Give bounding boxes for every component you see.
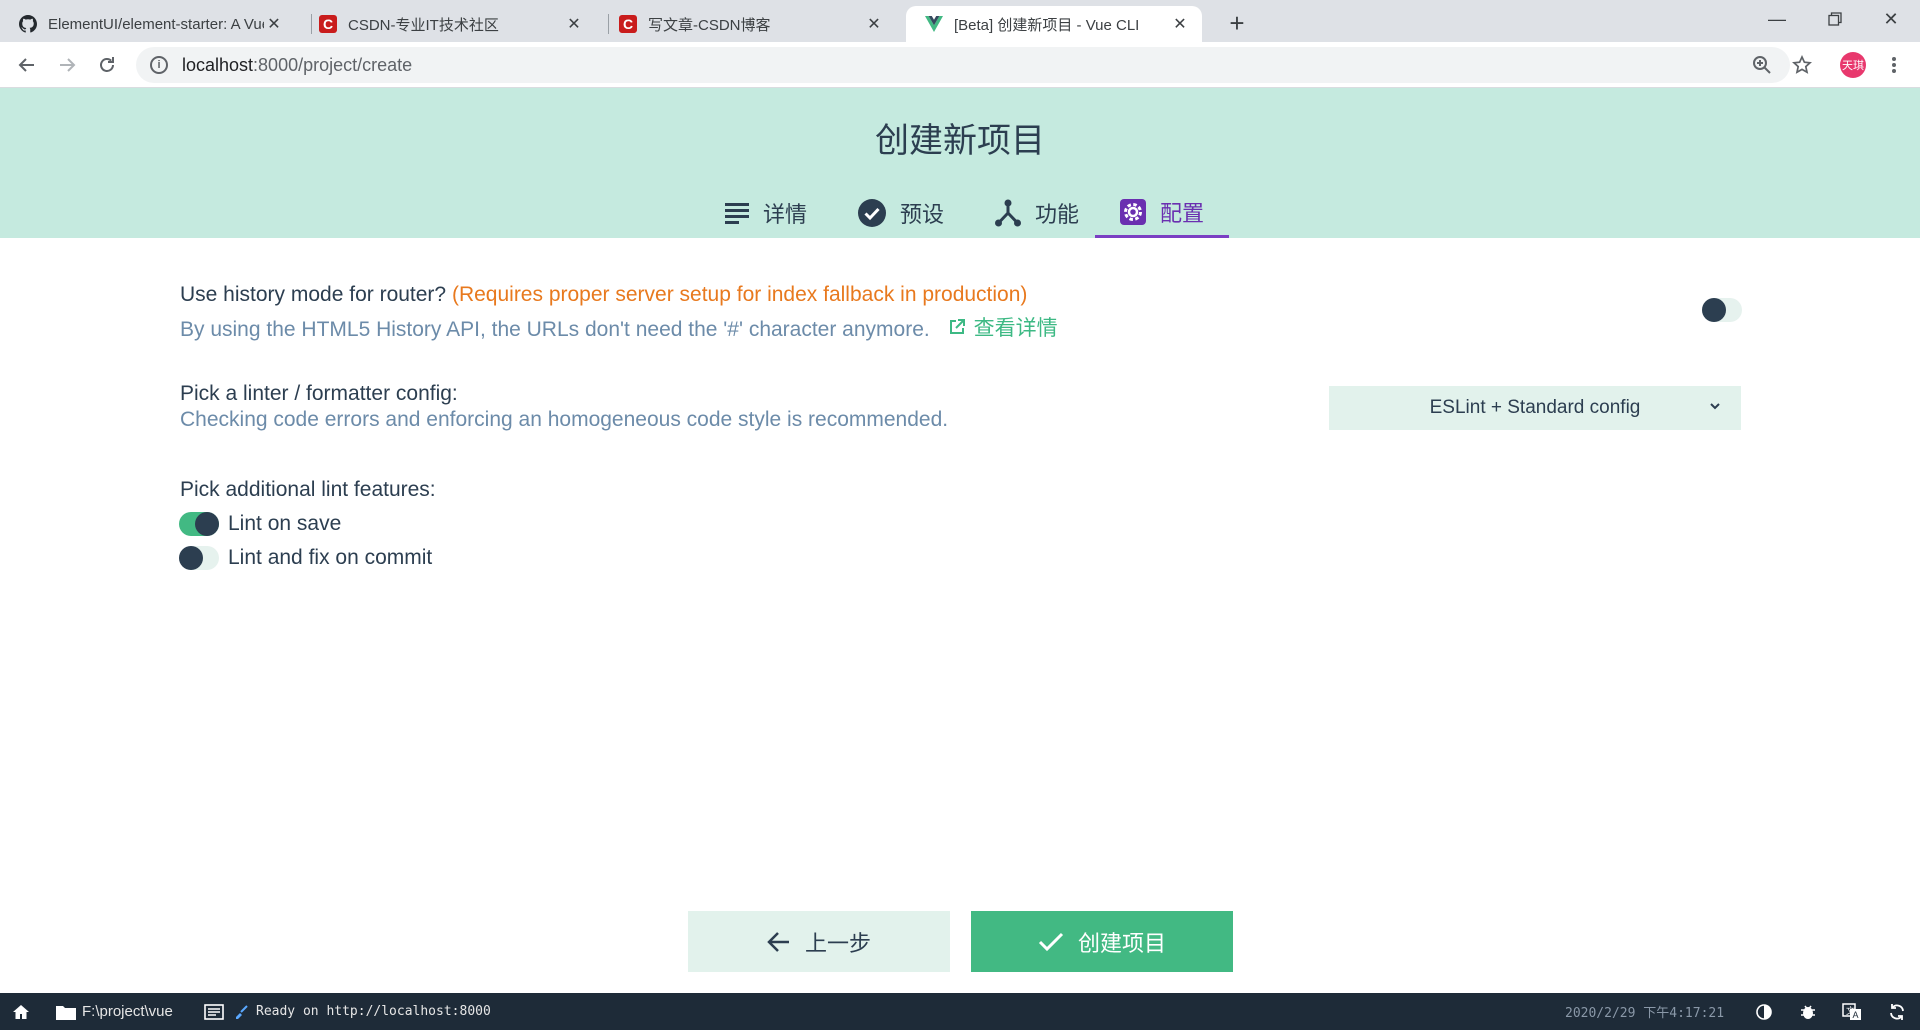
linter-description: Checking code errors and enforcing an ho… [180, 408, 949, 431]
page-title: 创建新项目 [875, 122, 1045, 160]
zoom-icon[interactable] [1747, 49, 1777, 81]
address-bar[interactable]: i localhost:8000/project/create [136, 47, 1790, 83]
bug-icon[interactable] [1800, 993, 1816, 1030]
vue-icon [924, 14, 944, 34]
previous-button[interactable]: 上一步 [688, 911, 950, 972]
close-icon[interactable]: ✕ [1170, 14, 1190, 34]
lint-fix-on-commit-label: Lint and fix on commit [228, 546, 433, 569]
tab-title: ElementUI/element-starter: A Vue [48, 15, 264, 33]
switch-knob [1702, 298, 1726, 322]
translate-icon[interactable]: 文A [1842, 993, 1862, 1030]
browser-toolbar: i localhost:8000/project/create [0, 42, 1920, 88]
svg-text:C: C [323, 16, 333, 32]
create-project-button[interactable]: 创建项目 [971, 911, 1233, 972]
linter-label: Pick a linter / formatter config: [180, 382, 458, 405]
csdn-icon: C [618, 14, 638, 34]
settings-icon [1119, 198, 1146, 225]
close-icon[interactable]: ✕ [564, 14, 584, 34]
tab-features[interactable]: 功能 [983, 188, 1091, 238]
profile-avatar[interactable]: 天琪 [1840, 52, 1866, 78]
menu-icon[interactable] [1879, 49, 1909, 81]
create-label: 创建项目 [1077, 930, 1166, 956]
chevron-down-icon [1710, 403, 1720, 410]
check-circle-icon [857, 199, 886, 227]
reload-icon[interactable] [91, 49, 123, 81]
console-icon [204, 1003, 224, 1020]
switch-knob [195, 512, 219, 536]
history-mode-switch[interactable] [1702, 298, 1742, 322]
linter-selected-value: ESLint + Standard config [1429, 397, 1641, 418]
log-text: Ready on http://localhost:8000 [256, 1004, 491, 1019]
close-icon[interactable]: ✕ [864, 14, 884, 34]
site-info-icon[interactable]: i [150, 56, 168, 74]
home-icon[interactable] [12, 993, 30, 1030]
step-tabs: 详情 预设 功能 配置 [0, 188, 1920, 238]
brush-icon [236, 1004, 248, 1019]
linter-select[interactable]: ESLint + Standard config [1329, 386, 1741, 430]
check-icon [1038, 932, 1064, 951]
tab-title: [Beta] 创建新项目 - Vue CLI [954, 16, 1140, 34]
browser-tab-active[interactable]: [Beta] 创建新项目 - Vue CLI ✕ [906, 6, 1202, 42]
console-log[interactable]: Ready on http://localhost:8000 [204, 993, 491, 1030]
history-mode-title: Use history mode for router? [180, 283, 447, 306]
svg-text:C: C [623, 16, 633, 32]
window-close-icon[interactable]: ✕ [1862, 0, 1920, 38]
lint-fix-on-commit-switch[interactable] [179, 546, 219, 570]
tab-config[interactable]: 配置 [1095, 188, 1229, 238]
status-bar: F:\project\vue Ready on http://localhost… [0, 993, 1920, 1030]
csdn-icon: C [318, 14, 338, 34]
history-mode-desc-text: By using the HTML5 History API, the URLs… [180, 318, 930, 341]
lint-on-save-label: Lint on save [228, 512, 342, 535]
restore-icon[interactable] [1806, 0, 1864, 38]
url-host: localhost [182, 54, 254, 75]
new-tab-button[interactable]: + [1222, 8, 1252, 38]
close-icon[interactable]: ✕ [264, 14, 284, 34]
browser-tab[interactable]: ElementUI/element-starter: A Vue ✕ [0, 6, 296, 42]
history-mode-warning: (Requires proper server setup for index … [451, 283, 1028, 306]
tab-label: 详情 [762, 202, 807, 227]
url-path: :8000/project/create [253, 54, 413, 75]
tab-label: 功能 [1034, 202, 1079, 227]
external-link-icon [949, 319, 965, 334]
tab-details[interactable]: 详情 [713, 188, 819, 238]
svg-text:A: A [1853, 1010, 1859, 1020]
tab-label: 预设 [899, 202, 944, 227]
folder-icon [56, 1005, 76, 1020]
tab-title: 写文章-CSDN博客 [648, 16, 771, 34]
more-info-link[interactable]: 查看详情 [948, 312, 1058, 342]
project-folder[interactable]: F:\project\vue [56, 993, 173, 1030]
lint-on-save-switch[interactable] [179, 512, 219, 536]
list-icon [724, 203, 749, 224]
more-info-label: 查看详情 [973, 317, 1058, 340]
fork-icon [994, 199, 1021, 227]
back-icon[interactable] [11, 49, 43, 81]
folder-path: F:\project\vue [82, 1003, 173, 1020]
status-datetime: 2020/2/29 下午4:17:21 [1565, 1006, 1725, 1021]
github-icon [18, 14, 38, 34]
history-mode-label: Use history mode for router? (Requires p… [180, 283, 1027, 307]
tab-presets[interactable]: 预设 [847, 188, 955, 238]
page-header: 创建新项目 详情 预设 功能 配置 [0, 88, 1920, 238]
arrow-left-icon [767, 931, 789, 952]
dark-mode-icon[interactable] [1756, 993, 1772, 1030]
browser-tab[interactable]: C CSDN-专业IT技术社区 ✕ [300, 6, 596, 42]
minimize-icon[interactable]: — [1748, 0, 1806, 38]
refresh-icon[interactable] [1888, 993, 1906, 1030]
browser-tabstrip: ElementUI/element-starter: A Vue ✕ C CSD… [0, 0, 1920, 42]
tab-label: 配置 [1159, 200, 1204, 226]
bookmark-star-icon[interactable] [1787, 49, 1817, 81]
switch-knob [179, 546, 203, 570]
history-mode-description: By using the HTML5 History API, the URLs… [180, 312, 1058, 342]
browser-tab[interactable]: C 写文章-CSDN博客 ✕ [600, 6, 896, 42]
previous-label: 上一步 [804, 930, 871, 956]
lint-features-label: Pick additional lint features: [180, 478, 436, 501]
forward-icon[interactable] [51, 49, 83, 81]
tab-title: CSDN-专业IT技术社区 [348, 16, 499, 34]
